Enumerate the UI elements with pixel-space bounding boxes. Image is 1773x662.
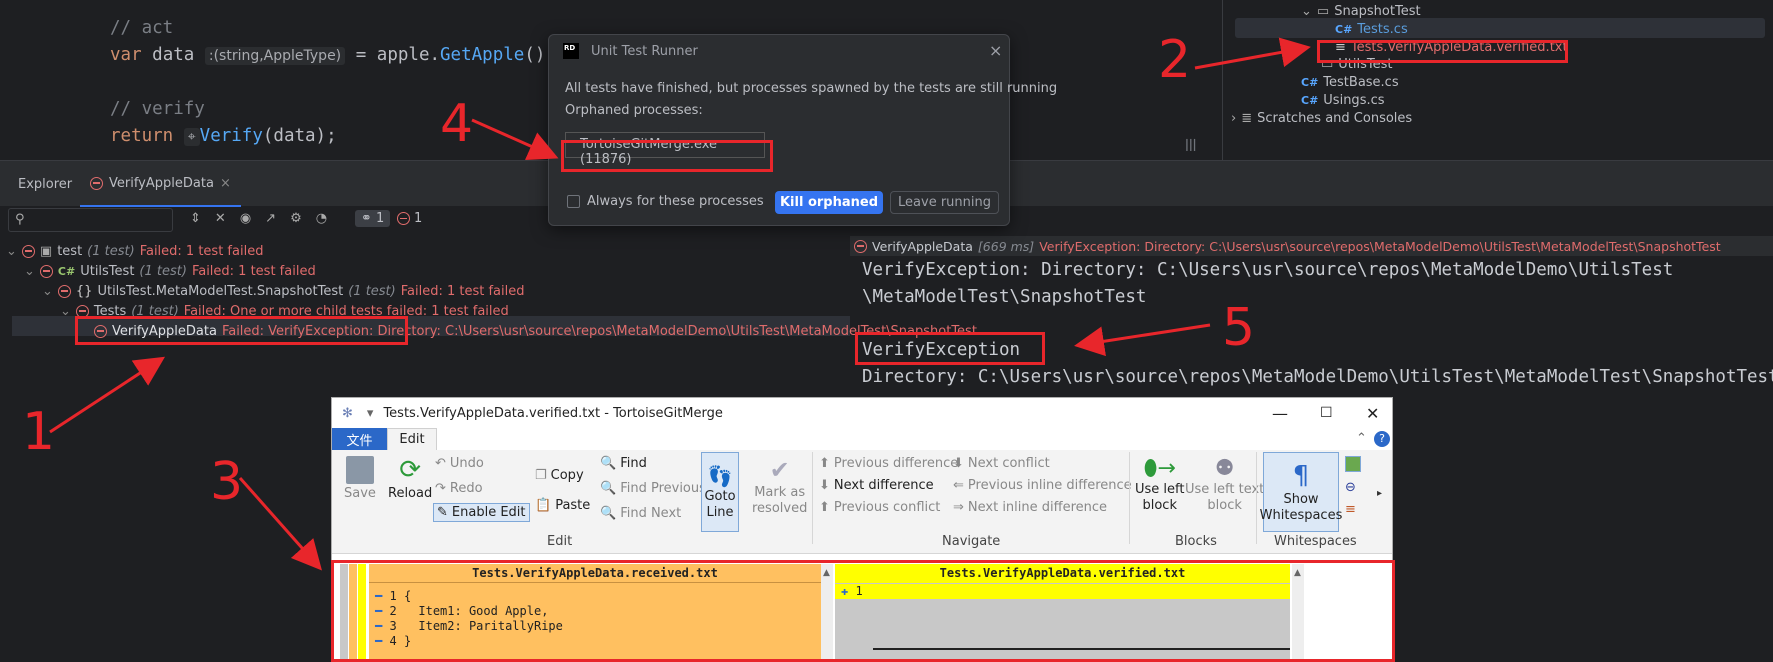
annotation-1: 1	[22, 402, 56, 462]
annotation-2: 2	[1158, 30, 1192, 90]
arrow-1	[49, 356, 166, 434]
annotation-4: 4	[440, 94, 474, 154]
arrow-4	[471, 118, 559, 160]
arrow-5	[1074, 323, 1211, 357]
annotation-5: 5	[1222, 298, 1256, 358]
arrow-3	[238, 477, 322, 571]
arrow-2	[1194, 37, 1311, 70]
annotation-3: 3	[210, 452, 244, 512]
annotation-arrows	[49, 37, 1311, 571]
